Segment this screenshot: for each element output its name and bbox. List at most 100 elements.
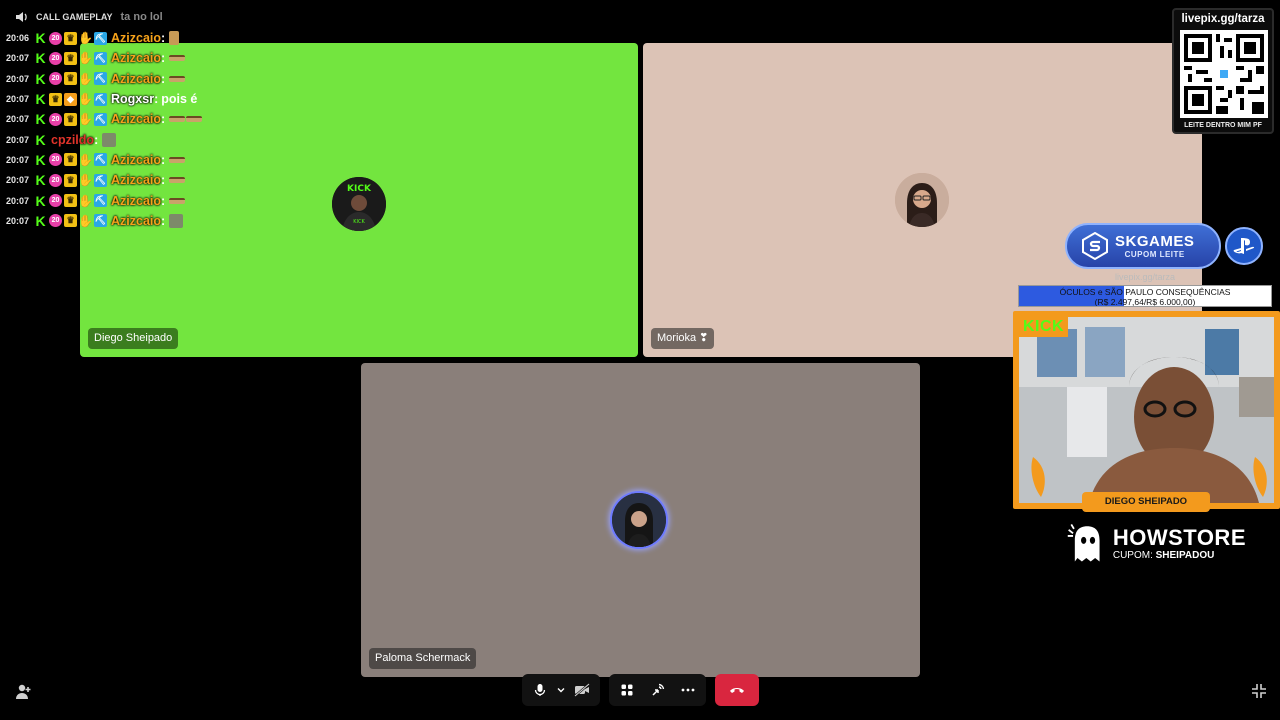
crown-badge-icon: ♛: [49, 92, 62, 106]
kick-badge-icon: K: [35, 192, 46, 209]
chat-separator: :: [161, 71, 166, 86]
svg-text:KICK: KICK: [353, 219, 365, 225]
chat-username[interactable]: Azizcaio: [111, 153, 161, 167]
chat-separator: :: [161, 51, 166, 66]
livepix-link: livepix.gg/tarza: [1114, 272, 1176, 282]
chat-message: 20:07 K 20 ♛ ✋ ⛏ Azizcaio:: [6, 190, 266, 210]
crown-badge-icon: ♛: [64, 173, 77, 187]
subscriber-badge-icon: 20: [49, 194, 62, 208]
apps-button[interactable]: [613, 676, 641, 704]
chat-timestamp: 20:07: [6, 94, 30, 105]
video-off-icon: [574, 683, 590, 697]
howstore-coupon-code: SHEIPADOU: [1155, 549, 1215, 561]
minimize-icon[interactable]: [1251, 683, 1267, 699]
chat-username[interactable]: Azizcaio: [111, 173, 161, 187]
howstore-banner: HOWSTORE CUPOM: SHEIPADOU: [1066, 518, 1246, 568]
pickaxe-badge-icon: ⛏: [94, 51, 107, 65]
chat-message: 20:06 K 20 ♛ ✋ ⛏ Azizcaio:: [6, 28, 266, 48]
chat-timestamp: 20:07: [6, 134, 30, 145]
chat-separator: :: [161, 112, 166, 127]
kick-badge-icon: K: [35, 172, 46, 189]
chevron-down-icon: [557, 688, 565, 693]
crown-badge-icon: ♛: [64, 72, 77, 86]
kick-badge-icon: K: [35, 212, 46, 229]
chat-emote-icon: [169, 55, 186, 62]
chat-username[interactable]: Azizcaio: [111, 72, 161, 86]
participant-name: Diego Sheipado: [88, 328, 179, 349]
hand-badge-icon: ✋: [78, 152, 93, 167]
disconnect-button[interactable]: [715, 674, 759, 706]
howstore-coupon: CUPOM: SHEIPADOU: [1113, 550, 1246, 561]
playstation-badge: [1225, 227, 1263, 265]
stream-button[interactable]: [644, 676, 672, 704]
chat-emote-icon: [169, 177, 186, 184]
streamer-webcam-image: [1019, 317, 1274, 503]
donation-goal-bar: ÓCULOS e SÃO PAULO CONSEQUÊNCIAS (R$ 2.4…: [1018, 285, 1272, 307]
pickaxe-badge-icon: ⛏: [94, 92, 107, 106]
box-badge-icon: ◆: [64, 92, 77, 106]
chat-username[interactable]: Azizcaio: [111, 51, 161, 65]
subscriber-badge-icon: 20: [49, 112, 62, 126]
chat-emote-icon: [169, 213, 184, 228]
subscriber-badge-icon: 20: [49, 51, 62, 65]
chat-separator: :: [161, 152, 166, 167]
mic-button[interactable]: [526, 676, 554, 704]
participant-name: Morioka ❣: [651, 328, 715, 349]
chat-separator: :: [161, 31, 166, 46]
chat-message: 20:07 K 20 ♛ ✋ ⛏ Azizcaio:: [6, 150, 266, 170]
person-avatar-icon: KICK KICK: [332, 177, 386, 231]
qr-url: livepix.gg/tarza: [1181, 13, 1265, 25]
crown-badge-icon: ♛: [64, 31, 77, 45]
chat-username[interactable]: Rogxsr: [111, 92, 154, 106]
kick-badge-icon: K: [35, 131, 46, 148]
subscriber-badge-icon: 20: [49, 31, 62, 45]
person-avatar-icon: [895, 173, 949, 227]
chat-message: 20:07 K ♛ ◆ ✋ ⛏ Rogxsr: pois é: [6, 89, 266, 109]
qr-code-icon: [1180, 30, 1268, 118]
pickaxe-badge-icon: ⛏: [94, 72, 107, 86]
avatar: KICK KICK: [332, 177, 386, 231]
chat-username[interactable]: Azizcaio: [111, 194, 161, 208]
chat-username[interactable]: Azizcaio: [111, 112, 161, 126]
chat-message: 20:07 K 20 ♛ ✋ ⛏ Azizcaio:: [6, 48, 266, 68]
howstore-title: HOWSTORE: [1112, 524, 1246, 550]
goal-amount: (R$ 2.497,64/R$ 6.000,00): [1094, 297, 1196, 307]
invite-user-icon[interactable]: [14, 683, 32, 701]
skgames-logo-icon: [1082, 232, 1108, 260]
chat-message: 20:07 K 20 ♛ ✋ ⛏ Azizcaio:: [6, 69, 266, 89]
chat-separator: :: [161, 173, 166, 188]
subscriber-badge-icon: 20: [49, 72, 62, 86]
volume-icon[interactable]: [14, 9, 30, 25]
chat-username[interactable]: Azizcaio: [111, 214, 161, 228]
chat-separator: :: [161, 193, 166, 208]
mic-options-button[interactable]: [554, 676, 568, 704]
chat-timestamp: 20:07: [6, 215, 30, 226]
pickaxe-badge-icon: ⛏: [94, 112, 107, 126]
chat-header: CALL GAMEPLAY ta no lol: [6, 6, 266, 28]
chat-emote-icon: [169, 116, 186, 123]
chat-username[interactable]: cpzildo: [51, 133, 94, 147]
goal-text: ÓCULOS e SÃO PAULO CONSEQUÊNCIAS (R$ 2.4…: [1019, 287, 1271, 307]
chat-text: pois é: [161, 92, 198, 107]
chat-username[interactable]: Azizcaio: [111, 31, 161, 45]
crown-badge-icon: ♛: [64, 214, 77, 228]
subscriber-badge-icon: 20: [49, 214, 62, 228]
skgames-title: SKGAMES: [1115, 233, 1195, 250]
hand-badge-icon: ✋: [78, 213, 93, 228]
chat-timestamp: 20:06: [6, 33, 30, 44]
participant-tile-morioka[interactable]: Morioka ❣: [643, 43, 1202, 357]
chat-emote-icon: [102, 132, 117, 147]
chat-emote-icon: [169, 156, 186, 163]
pickaxe-badge-icon: ⛏: [94, 153, 107, 167]
hang-up-icon: [730, 688, 744, 693]
more-icon: [681, 688, 695, 692]
participant-tile-paloma[interactable]: Paloma Schermack: [361, 363, 920, 677]
chat-separator: :: [161, 213, 166, 228]
more-options-button[interactable]: [674, 676, 702, 704]
hand-badge-icon: ✋: [78, 112, 93, 127]
camera-button[interactable]: [568, 676, 596, 704]
streamer-webcam-frame: KICK DIEGO SHEIPADO: [1013, 311, 1280, 512]
chat-emote-icon: [169, 31, 180, 46]
apps-icon: [621, 684, 633, 696]
call-label: CALL GAMEPLAY: [36, 12, 113, 22]
